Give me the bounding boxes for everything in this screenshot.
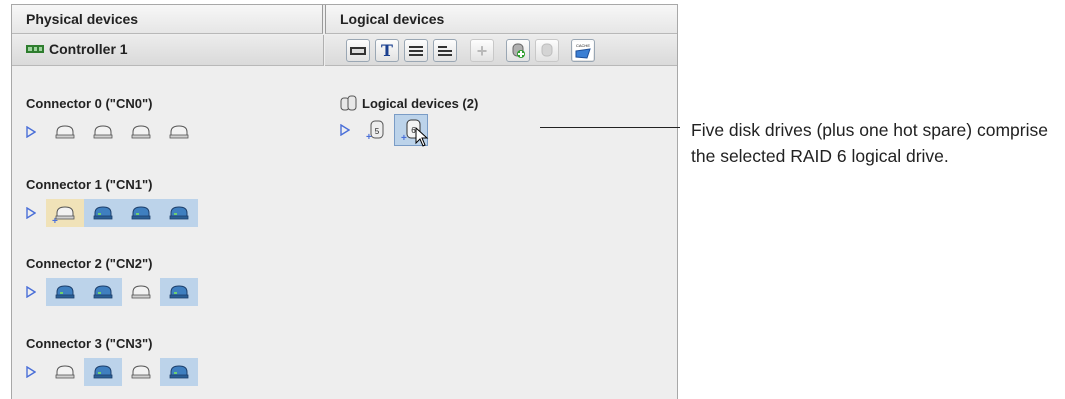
mouse-cursor-icon xyxy=(415,127,429,147)
create-logical-drive-button[interactable] xyxy=(506,39,530,62)
stripes-view-button[interactable] xyxy=(404,39,428,62)
member-drive-icon xyxy=(169,285,189,299)
disk-drive[interactable] xyxy=(46,358,84,386)
disk-drive[interactable] xyxy=(160,278,198,306)
member-drive-icon xyxy=(93,285,113,299)
logical-devices-node[interactable]: Logical devices (2) xyxy=(340,94,478,112)
disk-drive[interactable] xyxy=(84,358,122,386)
expand-arrow-icon[interactable] xyxy=(340,124,350,136)
connector-0-label: Connector 0 ("CN0") xyxy=(26,96,153,111)
stack-view-button[interactable] xyxy=(433,39,457,62)
disk-drive[interactable] xyxy=(122,278,160,306)
expand-arrow-icon[interactable] xyxy=(26,366,36,378)
controller-card-icon xyxy=(26,45,44,53)
connector-1-drives: + xyxy=(26,199,198,227)
available-drive-icon xyxy=(93,125,113,139)
connector-3-drives xyxy=(26,358,198,386)
physical-devices-header: Physical devices xyxy=(12,5,323,34)
disk-drive[interactable] xyxy=(160,358,198,386)
disk-drive[interactable] xyxy=(122,199,160,227)
available-drive-icon xyxy=(55,125,75,139)
callout-line xyxy=(540,127,680,128)
svg-text:5: 5 xyxy=(375,127,380,136)
stack-icon xyxy=(438,45,452,56)
disk-drive[interactable] xyxy=(84,199,122,227)
connector-0-drives xyxy=(26,118,198,146)
disk-drive[interactable] xyxy=(122,358,160,386)
cache-icon: CACHE xyxy=(573,41,593,60)
available-drive-icon xyxy=(169,125,189,139)
callout-text: Five disk drives (plus one hot spare) co… xyxy=(691,120,1048,166)
controller-bar: Controller 1 xyxy=(12,35,324,66)
logical-drive-icon: 5 + xyxy=(366,120,384,142)
available-drive-icon xyxy=(131,365,151,379)
available-drive-icon xyxy=(131,285,151,299)
logical-drive-raid5[interactable]: 5 + xyxy=(360,116,390,144)
hot-spare-drive-icon: + xyxy=(52,206,75,225)
logical-devices-icon xyxy=(340,95,357,111)
member-drive-icon xyxy=(93,365,113,379)
logical-toolbar: T + CACHE xyxy=(325,35,677,66)
raid-manager-window: Physical devices Logical devices Control… xyxy=(11,4,678,399)
drive-icon xyxy=(541,43,553,56)
disk-drive[interactable] xyxy=(84,118,122,146)
drive-button[interactable] xyxy=(535,39,559,62)
connector-1-label: Connector 1 ("CN1") xyxy=(26,177,153,192)
disk-drive[interactable] xyxy=(46,278,84,306)
member-drive-icon xyxy=(131,206,151,220)
member-drive-icon xyxy=(169,206,189,220)
connector-2-label: Connector 2 ("CN2") xyxy=(26,256,153,271)
member-drive-icon xyxy=(93,206,113,220)
svg-text:+: + xyxy=(401,133,407,143)
chip-icon xyxy=(350,46,366,55)
member-drive-icon xyxy=(169,365,189,379)
disk-drive[interactable]: + xyxy=(46,199,84,227)
available-drive-icon xyxy=(131,125,151,139)
svg-text:CACHE: CACHE xyxy=(576,43,590,48)
logical-devices-header: Logical devices xyxy=(325,5,677,34)
connector-2-drives xyxy=(26,278,198,306)
expand-arrow-icon[interactable] xyxy=(26,126,36,138)
member-drive-icon xyxy=(55,285,75,299)
add-icon: + xyxy=(476,40,488,61)
disk-drive[interactable] xyxy=(122,118,160,146)
logical-devices-label: Logical devices (2) xyxy=(362,95,479,111)
disk-drive[interactable] xyxy=(160,199,198,227)
cache-button[interactable]: CACHE xyxy=(571,39,595,62)
connector-3-label: Connector 3 ("CN3") xyxy=(26,336,153,351)
disk-drive[interactable] xyxy=(84,278,122,306)
logical-drive-raid6[interactable]: 6 + xyxy=(394,114,429,147)
disk-drive[interactable] xyxy=(46,118,84,146)
available-drive-icon xyxy=(55,365,75,379)
expand-arrow-icon[interactable] xyxy=(26,207,36,219)
add-button[interactable]: + xyxy=(470,39,494,62)
text-view-button[interactable]: T xyxy=(375,39,399,62)
text-t-icon: T xyxy=(381,41,393,60)
svg-text:+: + xyxy=(366,132,372,142)
stripes-icon xyxy=(409,45,423,56)
expand-arrow-icon[interactable] xyxy=(26,286,36,298)
controller-label: Controller 1 xyxy=(49,41,128,57)
add-drive-icon xyxy=(512,43,525,58)
disk-drive[interactable] xyxy=(160,118,198,146)
svg-text:+: + xyxy=(52,216,58,225)
chip-view-button[interactable] xyxy=(346,39,370,62)
controller-item[interactable]: Controller 1 xyxy=(26,41,128,57)
logical-drives-row: 5 + 6 + xyxy=(340,114,429,147)
